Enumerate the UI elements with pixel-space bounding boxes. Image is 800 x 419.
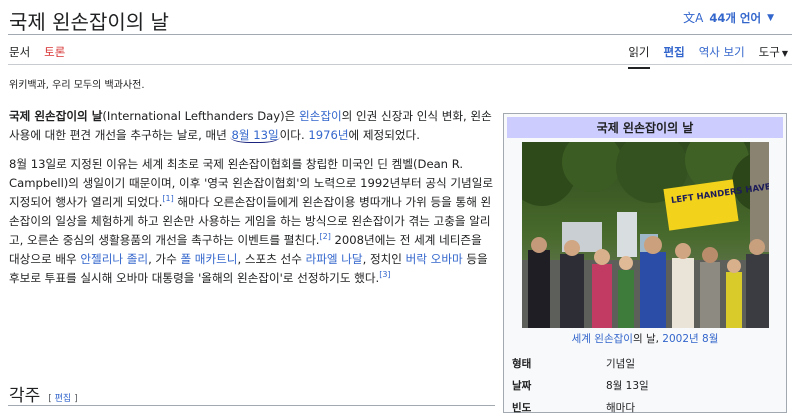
tab-article[interactable]: 문서 <box>9 44 30 69</box>
event-photo: LEFT HANDERS HAVE THEIR DAY <box>521 142 769 328</box>
reference-1[interactable]: [1] <box>162 194 173 203</box>
infobox-row-frequency: 빈도 해마다 <box>504 396 786 418</box>
site-tagline: 위키백과, 우리 모두의 백과사전. <box>9 80 145 91</box>
tab-edit[interactable]: 편집 <box>664 44 685 69</box>
article-body: 국제 왼손잡이의 날(International Lefthanders Day… <box>9 107 494 298</box>
tab-history[interactable]: 역사 보기 <box>699 44 745 69</box>
tab-read[interactable]: 읽기 <box>628 44 650 69</box>
article-subject: 국제 왼손잡이의 날 <box>9 109 103 123</box>
infobox-caption: 세계 왼손잡이의 날, 2002년 8월 <box>504 331 786 346</box>
link-barack-obama[interactable]: 버락 오바마 <box>406 252 463 266</box>
reference-3[interactable]: [3] <box>379 270 390 279</box>
text-span: , 스포츠 선수 <box>237 252 306 266</box>
infobox-key: 빈도 <box>512 401 532 414</box>
caption-text: 의 날, <box>632 333 663 345</box>
text-span: , 가수 <box>148 252 181 266</box>
link-paul-mccartney[interactable]: 폴 매카트니 <box>180 252 237 266</box>
infobox-value: 기념일 <box>606 357 635 370</box>
link-1976[interactable]: 1976년 <box>308 128 348 142</box>
tab-talk[interactable]: 토론 <box>44 44 65 69</box>
infobox-row-type: 형태 기념일 <box>504 352 786 374</box>
infobox-title: 국제 왼손잡이의 날 <box>507 117 783 138</box>
caption-link-date[interactable]: 2002년 8월 <box>662 333 718 345</box>
tab-tools[interactable]: 도구 ▼ <box>759 44 788 69</box>
link-lefthandedness[interactable]: 왼손잡이 <box>299 109 342 123</box>
infobox-key: 형태 <box>512 357 532 370</box>
infobox-value: 해마다 <box>606 401 635 414</box>
paragraph-history: 8월 13일로 지정된 이유는 세계 최초로 국제 왼손잡이협회를 창립한 미국… <box>9 155 494 288</box>
text-span: 에 제정되었다. <box>348 128 420 142</box>
section-edit: [ 편집 ] <box>48 394 78 404</box>
section-divider <box>8 405 495 406</box>
text-span: , 정치인 <box>362 252 406 266</box>
link-angelina-jolie[interactable]: 안젤리나 졸리 <box>80 252 148 266</box>
section-edit-link[interactable]: 편집 <box>55 394 72 404</box>
namespace-tabs: 문서 토론 <box>9 44 65 69</box>
infobox-image[interactable]: LEFT HANDERS HAVE THEIR DAY <box>521 142 769 328</box>
link-rafael-nadal[interactable]: 라파엘 나달 <box>306 252 363 266</box>
tabs-divider <box>8 64 792 65</box>
infobox-key: 날짜 <box>512 379 532 392</box>
language-button[interactable]: 文A 44개 언어 ▼ <box>683 9 774 26</box>
tools-label: 도구 <box>758 45 780 59</box>
title-divider <box>8 34 792 35</box>
section-heading-references: 각주 [ 편집 ] <box>9 381 78 406</box>
paragraph-intro: 국제 왼손잡이의 날(International Lefthanders Day… <box>9 107 494 145</box>
text-span: (International Lefthanders Day)은 <box>102 109 299 123</box>
text-span: 이다. <box>279 128 309 142</box>
translate-icon: 文A <box>683 11 704 25</box>
section-title: 각주 <box>9 386 41 406</box>
infobox-date-link[interactable]: 8월 13일 <box>606 378 649 393</box>
link-august-13[interactable]: 8월 13일 <box>230 128 280 143</box>
view-tabs: 읽기 편집 역사 보기 도구 ▼ <box>628 44 788 69</box>
chevron-down-icon: ▼ <box>781 49 788 58</box>
chevron-down-icon: ▼ <box>767 12 774 23</box>
caption-link-lefthanders[interactable]: 세계 왼손잡이 <box>572 333 633 345</box>
reference-2[interactable]: [2] <box>320 232 331 241</box>
infobox-row-date: 날짜 8월 13일 <box>504 374 786 396</box>
language-count: 44개 언어 <box>709 10 762 25</box>
page-title: 국제 왼손잡이의 날 <box>9 10 169 34</box>
infobox: 국제 왼손잡이의 날 LEFT HANDERS HAVE THEIR DAY <box>503 113 787 414</box>
